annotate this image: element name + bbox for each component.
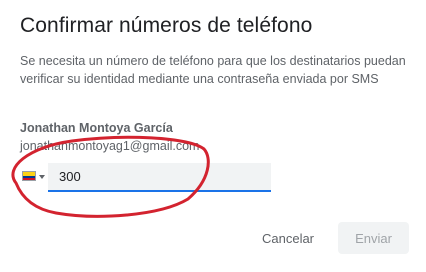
colombia-flag-icon [22, 171, 36, 181]
cancel-button[interactable]: Cancelar [250, 224, 326, 252]
country-code-select[interactable] [22, 171, 45, 183]
recipient-name: Jonathan Montoya García [20, 121, 173, 135]
send-button[interactable]: Enviar [338, 222, 409, 254]
confirm-phone-dialog: Confirmar números de teléfono Se necesit… [0, 0, 426, 272]
recipient-email: jonathanmontoyag1@gmail.com [20, 139, 200, 153]
dialog-description: Se necesita un número de teléfono para q… [20, 54, 406, 86]
phone-number-row [18, 163, 271, 192]
dialog-title: Confirmar números de teléfono [20, 14, 313, 37]
phone-number-input[interactable] [48, 163, 271, 192]
dropdown-caret-icon [39, 175, 45, 179]
